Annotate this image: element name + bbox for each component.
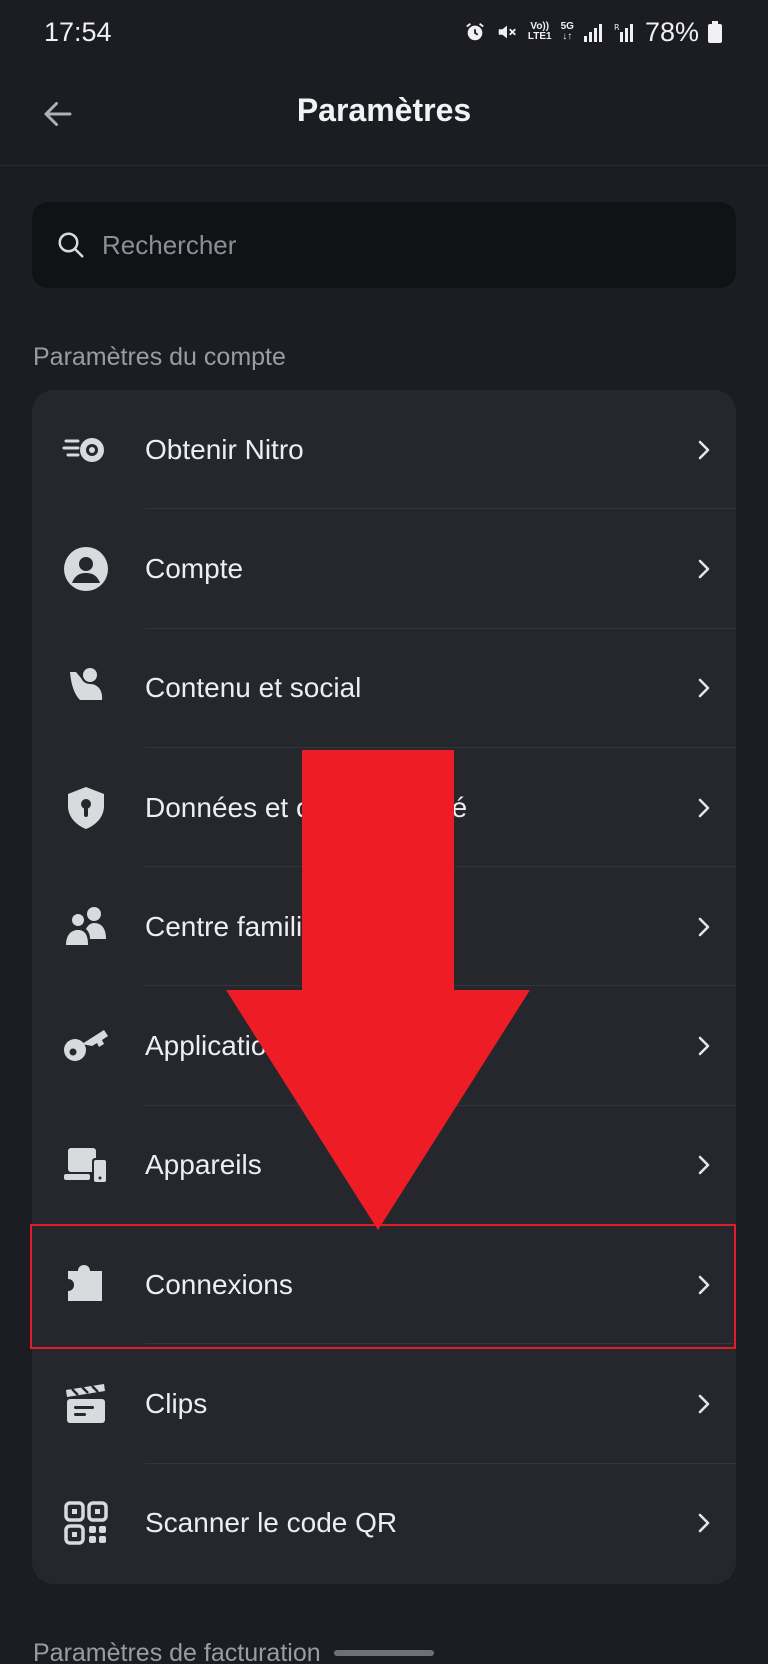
settings-item-label: Connexions [145, 1268, 293, 1300]
nitro-icon [62, 426, 110, 474]
chevron-right-icon [698, 678, 710, 698]
chevron-right-icon [698, 1514, 710, 1533]
settings-item-label: Contenu et social [145, 672, 362, 704]
chevron-right-icon [698, 1275, 710, 1295]
settings-item-connections[interactable]: Connexions [32, 1225, 736, 1345]
settings-item-label: Scanner le code QR [145, 1507, 398, 1539]
settings-item-devices[interactable]: Appareils [32, 1106, 736, 1226]
settings-item-label: Appareils [145, 1149, 262, 1181]
alarm-icon [466, 23, 484, 41]
puzzle-icon [62, 1261, 110, 1309]
chevron-right-icon [698, 798, 710, 817]
settings-item-label: Compte [145, 552, 244, 584]
settings-item-authorized-apps[interactable]: Applications autorisées [32, 986, 736, 1106]
chevron-right-icon [698, 917, 710, 937]
page-title: Paramètres [296, 92, 472, 128]
chevron-right-icon [698, 440, 710, 459]
settings-item-label: Données et confidentialité [145, 791, 468, 823]
settings-item-privacy[interactable]: Données et confidentialité [32, 748, 736, 868]
settings-item-account[interactable]: Compte [32, 509, 736, 629]
header: Paramètres [0, 64, 768, 166]
svg-text:R: R [614, 23, 620, 32]
key-icon [62, 1022, 110, 1070]
network-indicator: 5G ↓↑ [560, 21, 574, 42]
user-circle-icon [62, 545, 110, 593]
settings-item-label: Clips [145, 1388, 208, 1420]
volte-indicator: Vo)) LTE1 [527, 21, 552, 42]
chevron-right-icon [698, 1394, 710, 1414]
battery-percent: 78% [644, 16, 699, 47]
chevron-right-icon [698, 1036, 710, 1056]
chevron-right-icon [698, 1156, 710, 1175]
family-icon [62, 903, 110, 951]
devices-icon [62, 1141, 110, 1189]
signal-icon [583, 24, 602, 42]
settings-item-scan-qr[interactable]: Scanner le code QR [32, 1464, 736, 1583]
settings-item-nitro[interactable]: Obtenir Nitro [32, 390, 736, 510]
section-title-billing: Paramètres de facturation [33, 1639, 321, 1664]
settings-list: Obtenir Nitro Compte Contenu et social D… [32, 390, 736, 1584]
signal-roaming-icon: R [614, 23, 633, 42]
settings-item-label: Applications autorisées [145, 1030, 433, 1062]
settings-item-family-center[interactable]: Centre familial [32, 867, 736, 987]
settings-item-content-social[interactable]: Contenu et social [32, 629, 736, 748]
clapperboard-icon [62, 1380, 110, 1428]
chevron-right-icon [698, 559, 710, 579]
status-bar: 17:54 Vo)) LTE1 5G ↓↑ R 78% [0, 0, 768, 64]
settings-item-label: Obtenir Nitro [145, 433, 304, 465]
battery-icon [708, 21, 722, 43]
qr-code-icon [62, 1499, 110, 1547]
section-title-account: Paramètres du compte [33, 343, 286, 371]
home-indicator [334, 1650, 434, 1656]
mute-icon [498, 25, 516, 39]
settings-item-clips[interactable]: Clips [32, 1344, 736, 1464]
shield-keyhole-icon [62, 784, 110, 832]
search-box[interactable] [32, 202, 736, 288]
person-content-icon [62, 664, 110, 712]
status-icons: Vo)) LTE1 5G ↓↑ R 78% [464, 17, 722, 48]
search-icon [58, 232, 84, 258]
status-time: 17:54 [44, 16, 112, 47]
settings-item-label: Centre familial [145, 910, 324, 942]
search-input[interactable] [102, 229, 662, 261]
